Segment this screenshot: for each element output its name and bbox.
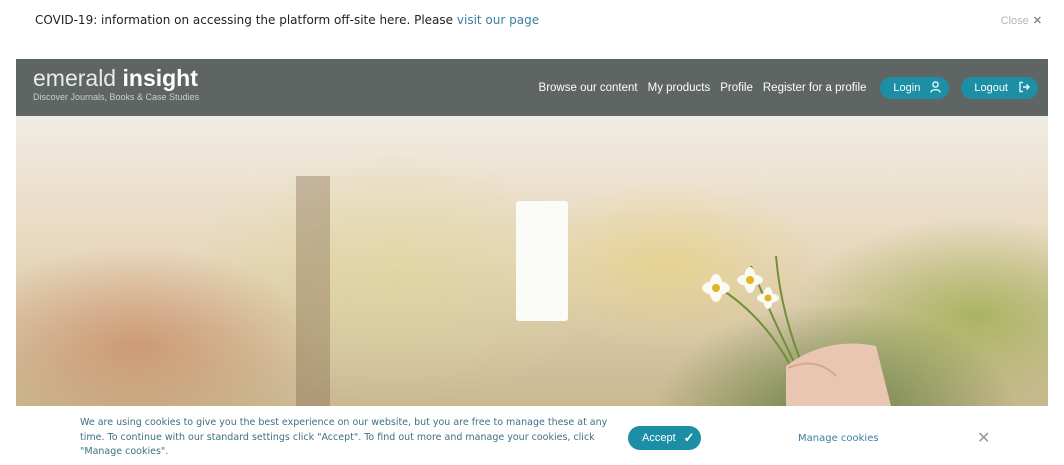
cookie-banner: We are using cookies to give you the bes… — [0, 406, 1064, 465]
logout-label: Logout — [974, 82, 1008, 94]
login-label: Login — [893, 82, 921, 94]
site-header: emerald insight Discover Journals, Books… — [16, 59, 1048, 116]
logo-light-text: emerald — [33, 65, 117, 91]
brand[interactable]: emerald insight Discover Journals, Books… — [33, 65, 199, 102]
logo: emerald insight — [33, 65, 199, 91]
cookie-close-icon[interactable]: ✕ — [977, 428, 990, 447]
flower-bouquet-image — [702, 256, 891, 406]
cookie-message: We are using cookies to give you the bes… — [80, 417, 608, 457]
main-nav: Browse our content My products Profile R… — [539, 77, 1038, 99]
nav-profile[interactable]: Profile — [720, 82, 753, 94]
login-button[interactable]: Login — [880, 77, 950, 99]
close-icon: ✕ — [1032, 15, 1042, 27]
check-icon: ✓ — [683, 430, 695, 445]
hero-image — [16, 116, 1048, 406]
covid-visit-link[interactable]: visit our page — [457, 13, 539, 27]
nav-browse-content[interactable]: Browse our content — [539, 82, 638, 94]
user-icon — [930, 80, 942, 96]
covid-close-label: Close — [1000, 15, 1029, 27]
accept-label: Accept — [642, 432, 676, 444]
logout-button[interactable]: Logout — [961, 77, 1038, 99]
hero-tree-trunk — [296, 176, 330, 406]
covid-message: COVID-19: information on accessing the p… — [35, 13, 539, 27]
covid-banner: COVID-19: information on accessing the p… — [0, 0, 1064, 42]
manage-cookies-link[interactable]: Manage cookies — [798, 433, 879, 444]
logout-icon — [1018, 81, 1030, 96]
accept-cookies-button[interactable]: Accept ✓ — [628, 426, 701, 450]
hero-post — [516, 201, 568, 321]
covid-close-button[interactable]: Close ✕ — [1001, 14, 1042, 27]
tagline: Discover Journals, Books & Case Studies — [33, 92, 200, 102]
covid-text: COVID-19: information on accessing the p… — [35, 13, 454, 27]
nav-register[interactable]: Register for a profile — [763, 82, 867, 94]
logo-bold-text: insight — [122, 65, 198, 91]
nav-my-products[interactable]: My products — [648, 82, 711, 94]
